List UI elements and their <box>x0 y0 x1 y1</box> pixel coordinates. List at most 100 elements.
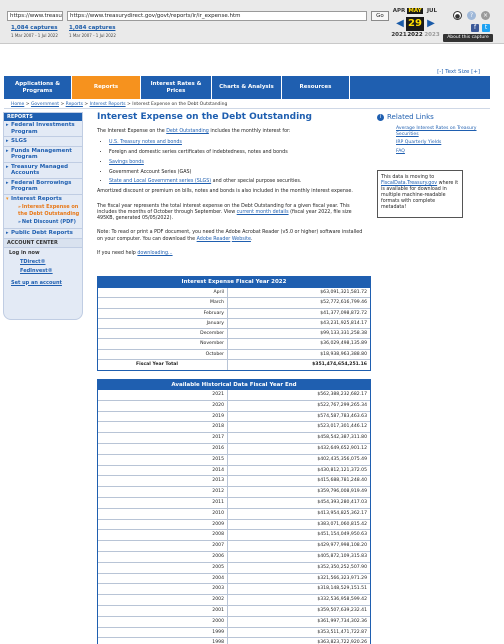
setup-account-link[interactable]: Set up an account <box>4 274 82 286</box>
related-link-average-rates[interactable]: Average Interest Rates on Treasury Secur… <box>396 126 493 137</box>
interest-expense-cell: $458,542,387,311.80 <box>317 435 367 441</box>
tab-charts-analysis[interactable]: Charts & Analysis <box>212 76 282 99</box>
interest-expense-cell: $402,435,356,075.49 <box>317 456 367 462</box>
table-row: 2010 $413,954,825,362.17 <box>98 508 370 520</box>
month-next[interactable]: JUL <box>424 8 440 14</box>
chevron-right-icon: » <box>18 205 21 210</box>
interest-expense-cell: $321,566,323,971.29 <box>317 575 367 581</box>
chevron-right-icon: » <box>18 220 21 225</box>
sidebar-item-slgs[interactable]: ▸ SLGS <box>4 137 82 147</box>
adobe-website-link[interactable]: Website <box>232 237 251 242</box>
table-row: February $41,377,098,872.72 <box>98 308 370 319</box>
tab-reports[interactable]: Reports <box>72 76 141 99</box>
interest-expense-cell: $361,997,734,302.36 <box>317 618 367 624</box>
breadcrumb: Home > Government > Reports > Interest R… <box>11 102 228 107</box>
sidebar-item-interest-reports[interactable]: ▾ Interest Reports <box>4 195 82 204</box>
account-center-heading: ACCOUNT CENTER <box>4 238 82 248</box>
sidebar-subitem-interest-expense[interactable]: »Interest Expense on the Debt Outstandin… <box>4 203 82 218</box>
historical-table-title: Available Historical Data Fiscal Year En… <box>98 380 370 390</box>
sidebar-subitem-net-discount[interactable]: »Net Discount (PDF) <box>4 218 82 229</box>
sidebar-subitem-label: Net Discount (PDF) <box>21 219 76 225</box>
interest-expense-cell: $574,587,783,463.63 <box>317 413 367 419</box>
fiscal-year-cell: 2001 <box>98 605 228 616</box>
fy2022-total-row: Fiscal Year Total $351,474,654,251.16 <box>98 360 370 371</box>
related-links: i Related Links Average Interest Rates on… <box>377 113 493 157</box>
captures-link[interactable]: 1,084 captures <box>69 25 115 31</box>
interest-expense-cell: $429,977,998,108.20 <box>317 543 367 549</box>
fiscal-year-cell: 2016 <box>98 443 228 454</box>
breadcrumb-home[interactable]: Home <box>11 102 24 107</box>
prev-capture-arrow-icon[interactable]: ◀ <box>395 17 405 31</box>
help-icon[interactable]: ? <box>467 11 476 20</box>
fiscal-year-cell: 2000 <box>98 616 228 627</box>
captures-link-left[interactable]: 1,084 captures <box>11 25 57 31</box>
adobe-reader-link[interactable]: Adobe Reader <box>197 237 231 242</box>
historical-table: Available Historical Data Fiscal Year En… <box>97 379 371 644</box>
fiscal-year-cell: 2018 <box>98 422 228 433</box>
table-row: 2001 $359,507,639,232.41 <box>98 605 370 617</box>
main-nav: Applications & Programs Reports Interest… <box>4 76 490 99</box>
fiscal-year-cell: 2013 <box>98 476 228 487</box>
text-size-control[interactable]: [-] Text Size [+] <box>437 69 480 75</box>
go-button[interactable]: Go <box>371 11 389 21</box>
related-links-icon: i <box>377 113 384 121</box>
sidebar-item-label: Funds Management Program <box>11 147 72 161</box>
close-icon[interactable]: × <box>481 11 490 20</box>
wayback-url-input-left[interactable]: https://www.treasurydirect.gov/govt/repo… <box>7 11 63 21</box>
sidebar-item-federal-investments[interactable]: ▸ Federal Investments Program <box>4 121 82 137</box>
fiscal-year-cell: 2021 <box>98 390 228 400</box>
debt-outstanding-link[interactable]: Debt Outstanding <box>166 129 209 134</box>
tab-interest-rates-prices[interactable]: Interest Rates & Prices <box>141 76 212 99</box>
table-row: 2020 $522,767,299,265.34 <box>98 400 370 412</box>
sidebar-item-label: SLGS <box>11 138 27 144</box>
capture-range-left: 1 Mar 2007 - 1 Jul 2022 <box>11 33 58 38</box>
breadcrumb-interest-reports[interactable]: Interest Reports <box>90 102 126 107</box>
interest-expense-cell: $332,536,958,599.42 <box>317 597 367 603</box>
fiscal-year-cell: 2002 <box>98 595 228 605</box>
table-row: 2005 $352,350,252,507.90 <box>98 562 370 574</box>
sidebar-item-federal-borrowings[interactable]: ▸ Federal Borrowings Program <box>4 179 82 195</box>
facebook-icon[interactable]: f <box>471 24 479 32</box>
table-row: December $99,133,331,258.38 <box>98 329 370 340</box>
interest-expense-cell: $383,071,060,815.42 <box>317 521 367 527</box>
sidebar-item-funds-management[interactable]: ▸ Funds Management Program <box>4 147 82 163</box>
related-links-list: Average Interest Rates on Treasury Secur… <box>377 126 493 154</box>
fiscaldata-link[interactable]: FiscalData.Treasury.gov <box>381 181 437 186</box>
month-prev-label: APR <box>392 8 406 14</box>
tab-resources[interactable]: Resources <box>282 76 350 99</box>
breadcrumb-reports[interactable]: Reports <box>66 102 83 107</box>
month-current-label: MAY <box>407 8 423 14</box>
pdf-note-text: Note: To read or print a PDF document, y… <box>97 230 363 242</box>
twitter-icon[interactable]: t <box>482 24 490 32</box>
current-month-details-link[interactable]: current month details <box>237 210 289 215</box>
sidebar-item-public-debt-reports[interactable]: ▸ Public Debt Reports <box>4 229 82 239</box>
user-icon[interactable]: ● <box>453 11 462 20</box>
table-row: 2004 $321,566,323,971.29 <box>98 573 370 585</box>
tab-applications-programs[interactable]: Applications & Programs <box>4 76 72 99</box>
savings-bonds-link[interactable]: Savings bonds <box>109 160 144 165</box>
fiscal-year-cell: 1998 <box>98 638 228 644</box>
notes-bonds-link[interactable]: U.S. Treasury notes and bonds <box>109 140 182 145</box>
list-item: Government Account Series (GAS) <box>109 168 369 178</box>
table-row: 2014 $430,812,121,372.05 <box>98 465 370 477</box>
month-prev[interactable]: APR <box>391 8 407 14</box>
related-link-irp-yields[interactable]: IRP Quarterly Yields <box>396 140 493 146</box>
table-row: 2008 $451,154,049,950.63 <box>98 530 370 542</box>
sidebar-item-treasury-managed-accounts[interactable]: ▸ Treasury Managed Accounts <box>4 163 82 179</box>
slgs-link[interactable]: State and Local Government series (SLGS) <box>109 179 211 184</box>
interest-expense-cell: $318,148,529,151.51 <box>317 586 367 592</box>
next-capture-arrow-icon[interactable]: ▶ <box>426 17 436 31</box>
tdirect-link[interactable]: TDirect® <box>4 256 82 265</box>
interest-expense-cell: $352,350,252,507.90 <box>317 564 367 570</box>
wayback-url-input[interactable]: https://www.treasurydirect.gov/govt/repo… <box>67 11 367 21</box>
fiscal-year-cell: 2020 <box>98 400 228 411</box>
fiscal-year-cell: 2019 <box>98 411 228 422</box>
related-links-heading: i Related Links <box>377 113 493 121</box>
year-next[interactable]: 2023 <box>422 32 442 38</box>
breadcrumb-government[interactable]: Government <box>31 102 59 107</box>
related-link-faq[interactable]: FAQ <box>396 149 493 155</box>
about-capture-button[interactable]: About this capture <box>443 34 493 42</box>
downloading-help-link[interactable]: downloading... <box>137 251 172 256</box>
fedinvest-link[interactable]: FedInvest® <box>4 265 82 274</box>
interest-expense-cell: $430,812,121,372.05 <box>317 467 367 473</box>
